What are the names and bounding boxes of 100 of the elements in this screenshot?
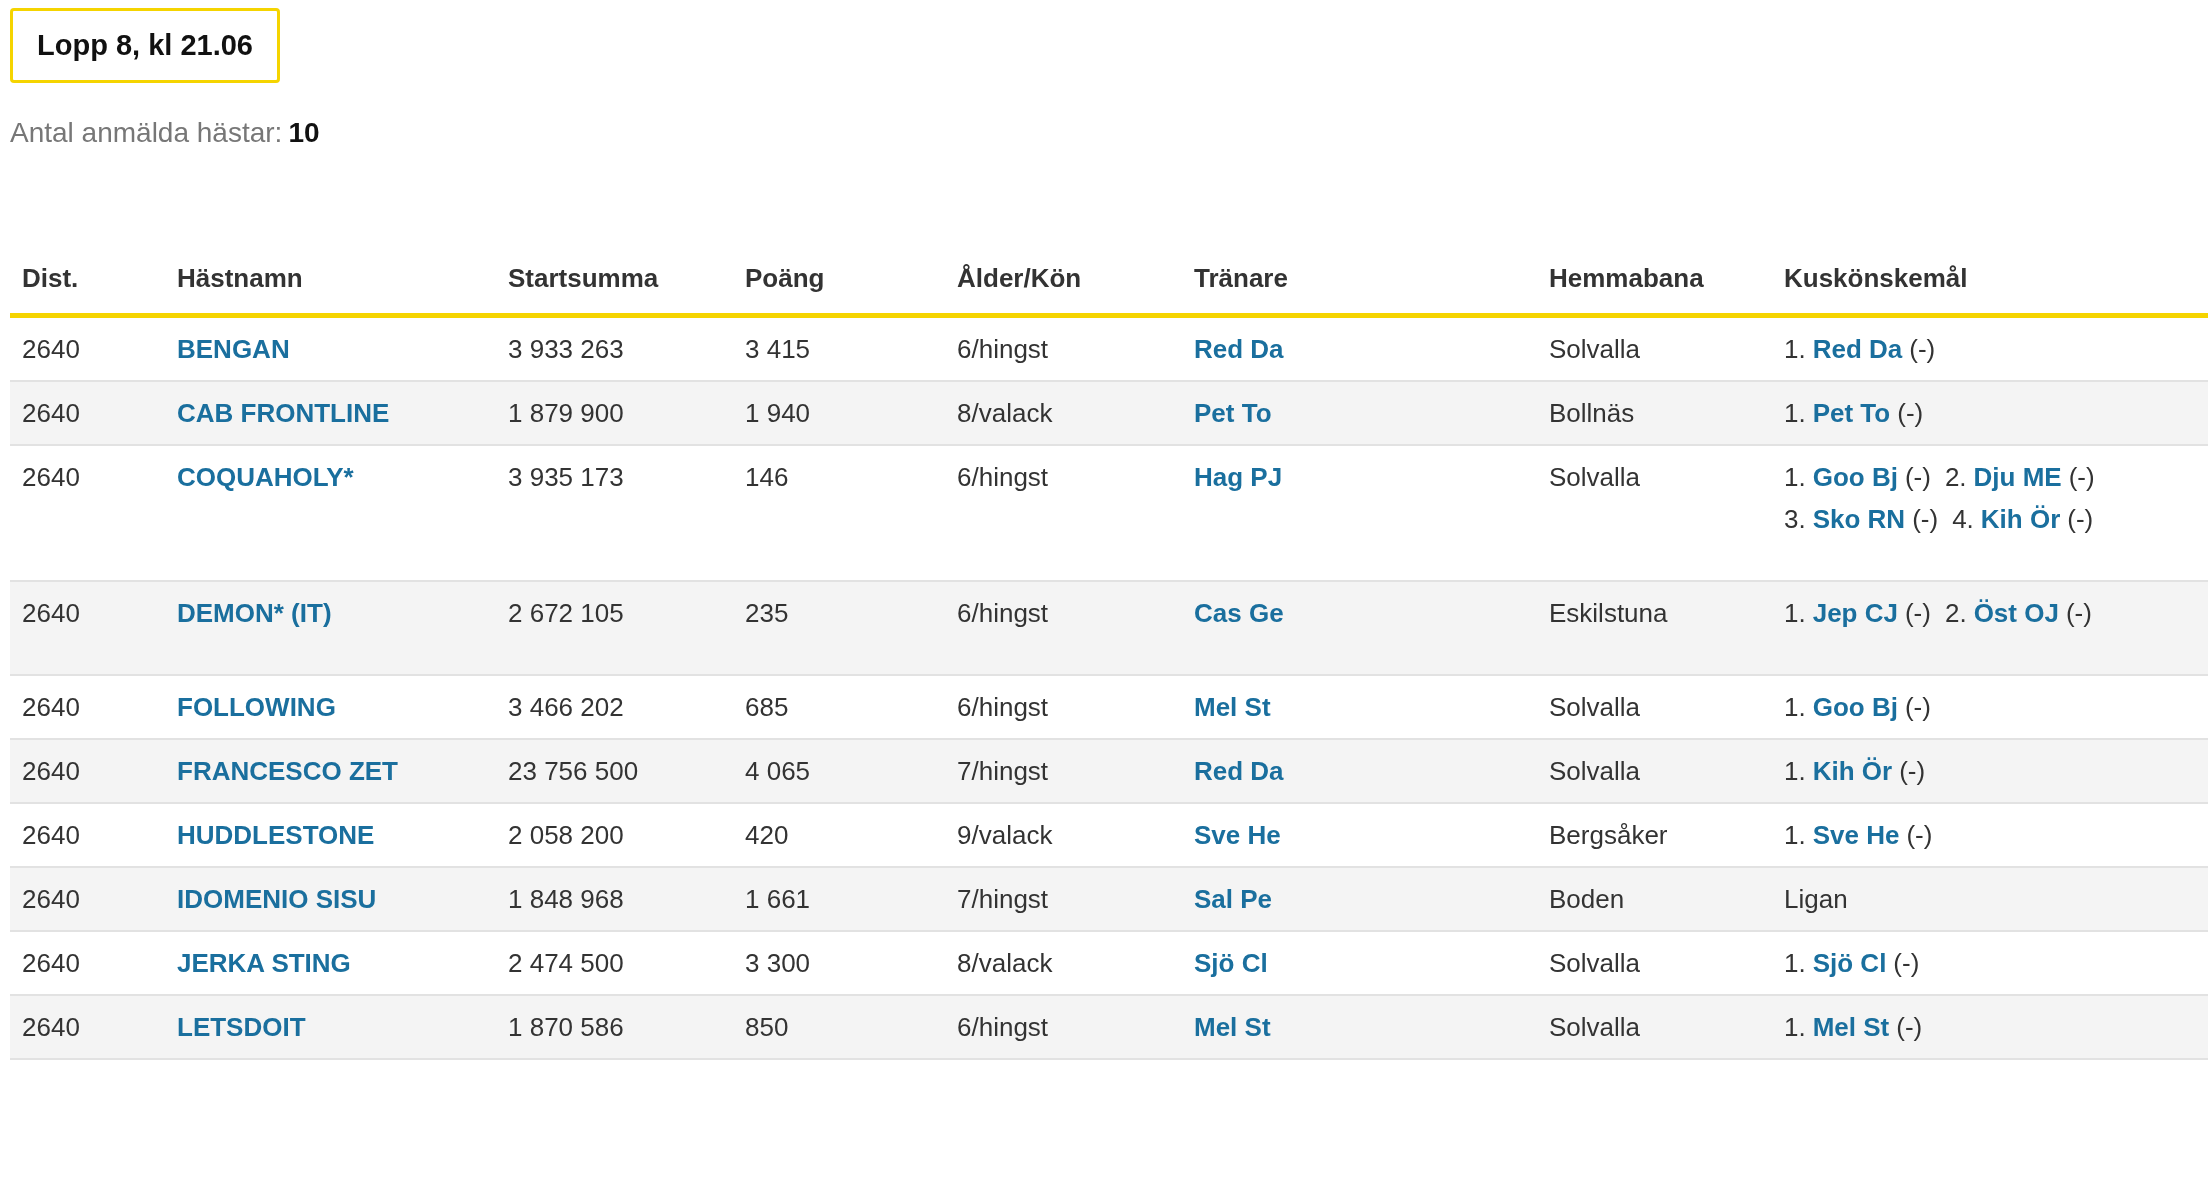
table-cell-text: Eskilstuna [1548, 597, 1669, 630]
horse-link[interactable]: LETSDOIT [177, 1012, 306, 1042]
table-cell-text: 7/hingst [956, 755, 1050, 788]
driver-link[interactable]: Öst OJ [1973, 598, 2059, 628]
horse-link[interactable]: FRANCESCO ZET [177, 756, 398, 786]
driver-rank: 4. [1952, 504, 1974, 534]
table-cell-text: Boden [1548, 883, 1626, 916]
table-cell-text: 3 935 173 [507, 461, 625, 494]
table-cell-text: 2 474 500 [507, 947, 625, 980]
table-cell-text: 8/valack [956, 397, 1054, 430]
table-cell-text: Solvalla [1548, 333, 1642, 366]
table-cell-text: 6/hingst [956, 691, 1050, 724]
driver-link[interactable]: Dju ME [1973, 462, 2062, 492]
table-cell-text: Ligan [1783, 883, 1849, 916]
table-cell-text: 685 [744, 691, 790, 724]
column-header: Startsumma [507, 262, 660, 295]
driver-rank: 3. [1784, 504, 1806, 534]
trainer-link[interactable]: Mel St [1194, 1012, 1271, 1042]
driver-rank: 1. [1784, 692, 1806, 722]
horse-link[interactable]: DEMON* (IT) [177, 598, 332, 628]
driver-link[interactable]: Sve He [1812, 820, 1900, 850]
horse-link[interactable]: HUDDLESTONE [177, 820, 375, 850]
table-cell-text: 3 466 202 [507, 691, 625, 724]
driver-note: (-) [1904, 692, 1931, 722]
driver-note: (-) [1893, 948, 1920, 978]
table-cell-text: Bollnäs [1548, 397, 1636, 430]
trainer-link[interactable]: Sjö Cl [1194, 948, 1268, 978]
table-cell-text: 2640 [21, 947, 81, 980]
table-cell-text: 2640 [21, 883, 81, 916]
table-cell-text: 850 [744, 1011, 790, 1044]
table-cell-text: 6/hingst [956, 597, 1050, 630]
driver-rank: 1. [1784, 948, 1806, 978]
table-cell-text: 2640 [21, 755, 81, 788]
table-cell-text: 2640 [21, 597, 81, 630]
table-cell-text: Solvalla [1548, 755, 1642, 788]
column-header: Hemmabana [1548, 262, 1705, 295]
horse-link[interactable]: FOLLOWING [177, 692, 336, 722]
table-cell-text: Solvalla [1548, 691, 1642, 724]
driver-note: (-) [1896, 1012, 1923, 1042]
driver-link[interactable]: Red Da [1812, 334, 1903, 364]
entries-count: 10 [288, 117, 320, 148]
table-cell-text: 2640 [21, 397, 81, 430]
table-cell-text: 2 058 200 [507, 819, 625, 852]
horse-link[interactable]: JERKA STING [177, 948, 351, 978]
trainer-link[interactable]: Mel St [1194, 692, 1271, 722]
table-cell-text: Solvalla [1548, 1011, 1642, 1044]
trainer-link[interactable]: Red Da [1194, 334, 1284, 364]
table-cell-text: 146 [744, 461, 790, 494]
race-title: Lopp 8, kl 21.06 [10, 8, 280, 83]
trainer-link[interactable]: Cas Ge [1194, 598, 1284, 628]
driver-note: (-) [1906, 820, 1933, 850]
driver-link[interactable]: Goo Bj [1812, 692, 1898, 722]
table-cell-text: 6/hingst [956, 1011, 1050, 1044]
column-header: Poäng [744, 262, 826, 295]
column-header: Tränare [1193, 262, 1289, 295]
driver-link[interactable]: Sko RN [1812, 504, 1906, 534]
driver-note: (-) [2065, 598, 2092, 628]
table-cell-text: 3 300 [744, 947, 812, 980]
driver-rank: 2. [1944, 598, 1967, 628]
driver-link[interactable]: Sjö Cl [1812, 948, 1887, 978]
column-header: Hästnamn [176, 262, 304, 295]
horse-link[interactable]: COQUAHOLY* [177, 462, 354, 492]
table-cell-text: Bergsåker [1548, 819, 1669, 852]
driver-link[interactable]: Jep CJ [1812, 598, 1898, 628]
table-cell-text: 3 415 [744, 333, 812, 366]
trainer-link[interactable]: Red Da [1194, 756, 1284, 786]
table-cell-text: 23 756 500 [507, 755, 640, 788]
driver-link[interactable]: Kih Ör [1980, 504, 2061, 534]
driver-note: (-) [2067, 504, 2094, 534]
driver-rank: 1. [1784, 334, 1806, 364]
driver-note: (-) [1904, 462, 1931, 492]
horse-link[interactable]: IDOMENIO SISU [177, 884, 377, 914]
driver-rank: 1. [1784, 820, 1806, 850]
driver-rank: 1. [1784, 756, 1806, 786]
table-cell-text: 8/valack [956, 947, 1054, 980]
table-cell-text: 3 933 263 [507, 333, 625, 366]
table-cell-text: 2640 [21, 333, 81, 366]
driver-link[interactable]: Pet To [1812, 398, 1891, 428]
driver-link[interactable]: Mel St [1812, 1012, 1890, 1042]
driver-rank: 1. [1784, 398, 1806, 428]
trainer-link[interactable]: Sve He [1194, 820, 1281, 850]
driver-link[interactable]: Kih Ör [1812, 756, 1893, 786]
horse-link[interactable]: CAB FRONTLINE [177, 398, 390, 428]
driver-note: (-) [1899, 756, 1926, 786]
column-header: Kuskönskemål [1783, 262, 1969, 295]
trainer-link[interactable]: Sal Pe [1194, 884, 1273, 914]
table-cell-text: 235 [744, 597, 790, 630]
driver-link[interactable]: Goo Bj [1812, 462, 1898, 492]
table-cell-text: 4 065 [744, 755, 812, 788]
table-cell-text: 420 [744, 819, 790, 852]
table-cell-text: 7/hingst [956, 883, 1050, 916]
table-cell-text: 6/hingst [956, 333, 1050, 366]
driver-note: (-) [2068, 462, 2095, 492]
trainer-link[interactable]: Hag PJ [1194, 462, 1283, 492]
table-cell-text: 1 879 900 [507, 397, 625, 430]
column-header: Ålder/Kön [956, 262, 1083, 295]
table-cell-text: Solvalla [1548, 461, 1642, 494]
trainer-link[interactable]: Pet To [1194, 398, 1272, 428]
driver-note: (-) [1912, 504, 1939, 534]
horse-link[interactable]: BENGAN [177, 334, 290, 364]
